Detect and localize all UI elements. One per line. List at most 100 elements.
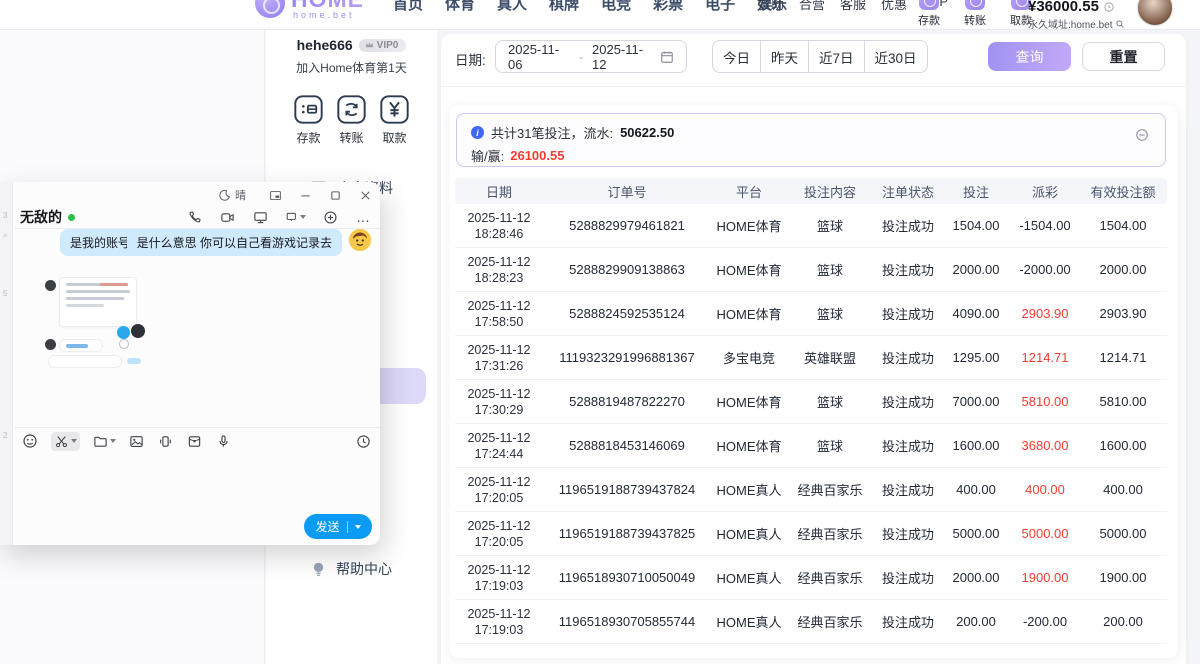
table-row[interactable]: 2025-11-1217:58:50 5288824592535124 HOME… — [455, 292, 1167, 336]
video-call-icon[interactable] — [220, 209, 236, 225]
range-button[interactable]: 近30日 — [864, 41, 927, 72]
search-domain-icon[interactable] — [1115, 19, 1125, 29]
emoji-icon[interactable] — [22, 433, 38, 449]
nav-item[interactable]: 真人 — [497, 0, 527, 14]
col-header-valid: 有效投注额 — [1081, 182, 1165, 201]
nav-item[interactable]: 棋牌 — [549, 0, 579, 14]
col-header-order: 订单号 — [543, 182, 711, 201]
cell-valid: 2903.90 — [1081, 306, 1165, 321]
table-row[interactable]: 2025-11-1217:20:05 1196519188739437824 H… — [455, 468, 1167, 512]
chat-avatar[interactable] — [349, 229, 371, 251]
col-header-date: 日期 — [455, 182, 543, 201]
top-nav-bar: HOME home.bet 首页体育真人棋牌电竞彩票电子娱乐 赞助合营客服优惠A… — [0, 0, 1200, 30]
nav-item[interactable]: 彩票 — [653, 0, 683, 14]
file-tool[interactable] — [93, 434, 116, 449]
table-row[interactable]: 2025-11-1217:30:29 5288819487822270 HOME… — [455, 380, 1167, 424]
header-transfer-button[interactable]: 转账 — [961, 0, 989, 28]
cell-bet: 1504.00 — [943, 218, 1009, 233]
header-deposit-button[interactable]: 存款 — [915, 0, 943, 28]
refresh-balance-icon[interactable] — [1103, 1, 1115, 13]
info-icon: i — [471, 126, 484, 139]
cell-order: 1196518930705855744 — [543, 614, 711, 629]
sidebar-withdraw-button[interactable]: 取款 — [379, 94, 410, 146]
cell-bet: 1600.00 — [943, 438, 1009, 453]
quick-link[interactable]: 赞助 — [758, 0, 784, 13]
mic-icon[interactable] — [216, 433, 232, 449]
weather-widget[interactable]: 晴 — [218, 187, 246, 203]
cell-bet: 2000.00 — [943, 262, 1009, 277]
range-button[interactable]: 今日 — [713, 41, 760, 72]
sidebar-username: hehe666 — [297, 37, 353, 53]
table-row[interactable]: 2025-11-1217:19:03 1196518930705855744 H… — [455, 600, 1167, 644]
cell-order: 1196519188739437824 — [543, 482, 711, 497]
cell-status: 投注成功 — [873, 612, 943, 631]
screenshot-tool[interactable] — [51, 432, 80, 451]
reset-button[interactable]: 重置 — [1082, 42, 1165, 71]
voice-call-icon[interactable] — [187, 209, 203, 225]
balance-block: ¥36000.55 永久域址:home.bet — [1028, 0, 1125, 31]
red-packet-icon[interactable] — [187, 433, 203, 449]
nav-item[interactable]: 首页 — [393, 0, 423, 14]
nav-item[interactable]: 电竞 — [601, 0, 631, 14]
collapse-icon[interactable] — [1135, 128, 1149, 142]
nav-item[interactable]: 电子 — [705, 0, 735, 14]
table-row[interactable]: 2025-11-1217:31:26 1119323291996881367 多… — [455, 336, 1167, 380]
domain-note: 永久域址:home.bet — [1028, 16, 1112, 31]
cell-valid: 5000.00 — [1081, 526, 1165, 541]
send-options-caret[interactable] — [355, 525, 361, 529]
chat-toolbar — [22, 428, 372, 454]
table-row[interactable]: 2025-11-1217:20:05 1196519188739437825 H… — [455, 512, 1167, 556]
quick-link[interactable]: 优惠 — [881, 0, 907, 13]
cell-order: 1119323291996881367 — [543, 350, 711, 365]
cell-valid: 1504.00 — [1081, 218, 1165, 233]
cell-order: 5288829979461821 — [543, 218, 711, 233]
calendar-icon[interactable] — [660, 50, 674, 64]
contact-name[interactable]: 无敌的 — [20, 207, 62, 227]
sidebar-item-help-center[interactable]: 帮助中心 — [266, 559, 437, 579]
shake-icon[interactable] — [158, 433, 174, 449]
remote-desktop-icon[interactable] — [286, 209, 306, 225]
site-logo[interactable]: HOME home.bet — [255, 0, 364, 20]
table-row[interactable]: 2025-11-1218:28:23 5288829909138863 HOME… — [455, 248, 1167, 292]
close-icon[interactable] — [359, 189, 372, 202]
chat-history-icon[interactable] — [356, 433, 372, 449]
range-button[interactable]: 近7日 — [808, 41, 864, 72]
launch-app-icon[interactable] — [323, 209, 339, 225]
chat-message-bubble[interactable]: 是什么意思 你可以自己看游戏记录去 — [127, 229, 342, 256]
sidebar-transfer-button[interactable]: 转账 — [336, 94, 367, 146]
date-range-input[interactable]: 2025-11-06 - 2025-11-12 — [495, 40, 687, 73]
user-avatar[interactable] — [1137, 0, 1173, 26]
cell-status: 投注成功 — [873, 392, 943, 411]
message-input[interactable] — [22, 456, 372, 512]
shared-chat-screenshot[interactable] — [45, 277, 145, 361]
summary-total-label: 共计31笔投注，流水: — [491, 123, 613, 142]
table-row[interactable]: 2025-11-1217:24:44 5288818453146069 HOME… — [455, 424, 1167, 468]
send-button[interactable]: 发送 — [304, 514, 372, 539]
search-button[interactable]: 查询 — [988, 42, 1071, 71]
table-row[interactable]: 2025-11-1217:19:03 1196518930710050049 H… — [455, 556, 1167, 600]
quick-link[interactable]: 客服 — [840, 0, 866, 13]
sidebar-deposit-button[interactable]: 存款 — [293, 94, 324, 146]
cell-content: 经典百家乐 — [787, 524, 873, 543]
range-button[interactable]: 昨天 — [760, 41, 808, 72]
col-header-payout: 派彩 — [1009, 182, 1081, 201]
quick-link[interactable]: 合营 — [799, 0, 825, 13]
cell-date: 2025-11-1217:58:50 — [455, 298, 543, 330]
table-row[interactable]: 2025-11-1218:28:46 5288829979461821 HOME… — [455, 204, 1167, 248]
maximize-icon[interactable] — [329, 189, 342, 202]
minimize-icon[interactable] — [299, 189, 312, 202]
cell-order: 5288824592535124 — [543, 306, 711, 321]
cell-payout: 1214.71 — [1009, 350, 1081, 365]
image-icon[interactable] — [129, 433, 145, 449]
date-from[interactable]: 2025-11-06 — [508, 42, 570, 72]
screen-share-icon[interactable] — [253, 209, 269, 225]
mini-blue-icon — [117, 326, 130, 339]
nav-item[interactable]: 体育 — [445, 0, 475, 14]
cell-status: 投注成功 — [873, 348, 943, 367]
cell-valid: 400.00 — [1081, 482, 1165, 497]
pip-mode-icon[interactable] — [269, 189, 282, 202]
cell-bet: 400.00 — [943, 482, 1009, 497]
more-options-icon[interactable]: … — [356, 209, 372, 225]
date-to[interactable]: 2025-11-12 — [592, 42, 654, 72]
turnover-value: 50622.50 — [620, 125, 674, 140]
